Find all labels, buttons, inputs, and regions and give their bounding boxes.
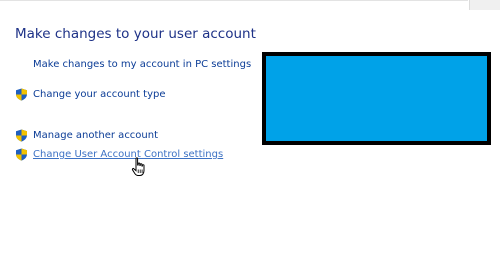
scrollbar-corner[interactable] [469, 0, 500, 10]
link-pc-settings[interactable]: Make changes to my account in PC setting… [33, 59, 251, 70]
page-title: Make changes to your user account [15, 26, 256, 42]
link-manage-another-account[interactable]: Manage another account [33, 130, 158, 141]
uac-shield-icon [15, 129, 28, 142]
redaction-box [262, 52, 491, 145]
link-pc-settings-label[interactable]: Make changes to my account in PC setting… [33, 59, 251, 70]
link-change-account-type[interactable]: Change your account type [33, 89, 166, 100]
link-uac-settings-label[interactable]: Change User Account Control settings [33, 149, 223, 160]
link-manage-another-account-label[interactable]: Manage another account [33, 130, 158, 141]
hand-pointer-icon [131, 157, 147, 177]
link-change-account-type-label[interactable]: Change your account type [33, 89, 166, 100]
uac-shield-icon [15, 88, 28, 101]
window-top-edge [0, 0, 468, 1]
uac-shield-icon [15, 148, 28, 161]
link-uac-settings[interactable]: Change User Account Control settings [33, 149, 223, 160]
